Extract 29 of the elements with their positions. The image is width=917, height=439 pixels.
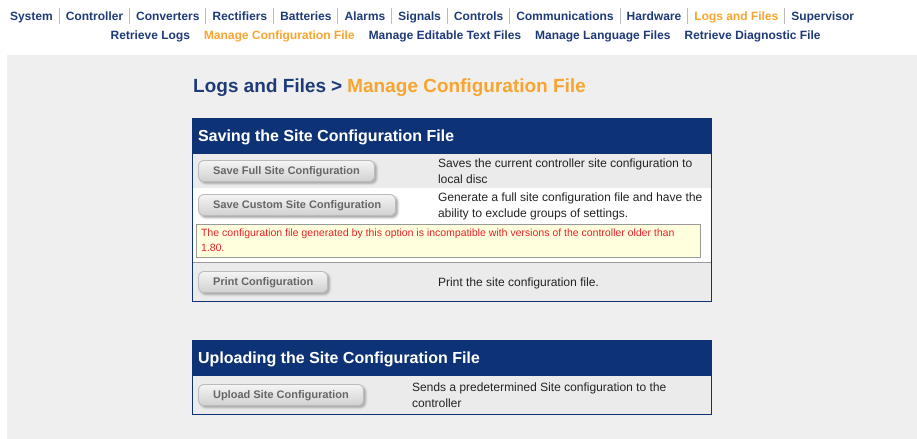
action-button[interactable]: Save Custom Site Configuration [198, 194, 396, 216]
section-header: Saving the Site Configuration File [193, 119, 711, 154]
breadcrumb-parent: Logs and Files [193, 75, 326, 99]
subnav-link[interactable]: Retrieve Logs [110, 27, 190, 43]
action-button[interactable]: Save Full Site Configuration [198, 160, 375, 182]
nav-link[interactable]: Alarms [337, 8, 392, 24]
nav-link[interactable]: Supervisor [784, 8, 860, 24]
breadcrumb-current: Manage Configuration File [347, 75, 586, 99]
subnav-link[interactable]: Manage Language Files [535, 27, 670, 43]
action-button[interactable]: Upload Site Configuration [198, 384, 364, 406]
nav-link[interactable]: Converters [129, 8, 206, 24]
section-header: Uploading the Site Configuration File [193, 341, 711, 376]
nav-link[interactable]: Batteries [273, 8, 338, 24]
warning-note: The configuration file generated by this option is incompatible with versions of the controller older than 1.80. [196, 224, 701, 258]
action-button[interactable]: Print Configuration [198, 271, 328, 293]
nav-link[interactable]: Controls [446, 8, 510, 24]
description-text: Saves the current controller site configuration to local disc [438, 155, 694, 188]
nav-link[interactable]: System [10, 8, 59, 24]
description-text: Print the site configuration file. [438, 274, 600, 291]
subnav-link[interactable]: Retrieve Diagnostic File [684, 27, 820, 43]
nav-link[interactable]: Communications [509, 8, 620, 24]
nav-link[interactable]: Controller [58, 8, 130, 24]
description-text: Generate a full site configuration file and have the ability to exclude groups of settings. [438, 189, 704, 222]
breadcrumb-separator: > [331, 75, 342, 99]
nav-link[interactable]: Rectifiers [205, 8, 274, 24]
description-text: Sends a predetermined Site configuration to the controller [412, 379, 668, 412]
nav-link[interactable]: Signals [391, 8, 447, 24]
subnav-link[interactable]: Manage Editable Text Files [368, 27, 522, 43]
nav-link[interactable]: Hardware [620, 8, 688, 24]
